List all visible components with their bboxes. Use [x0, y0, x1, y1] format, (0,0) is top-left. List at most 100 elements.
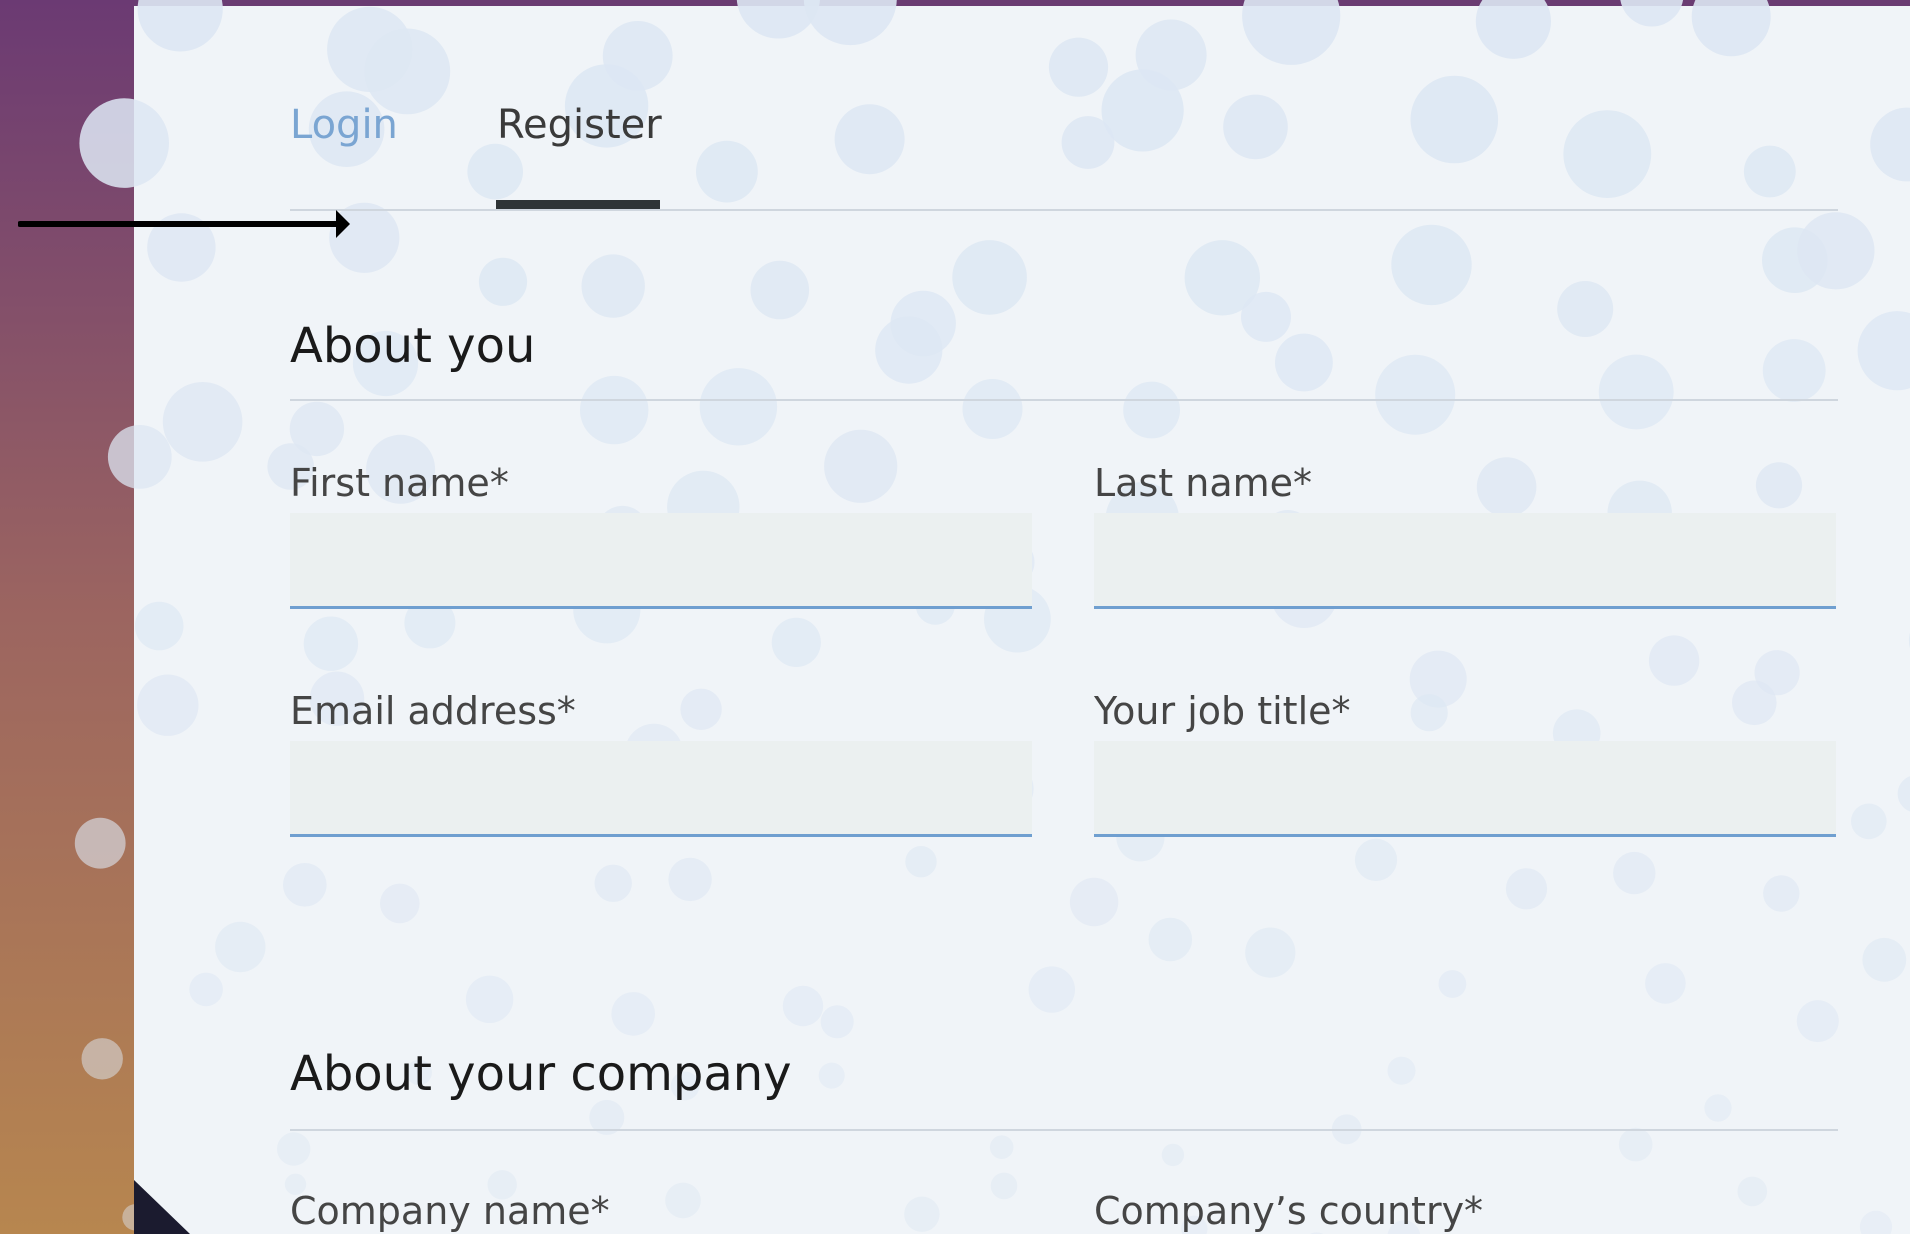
background-dot — [905, 846, 937, 878]
background-dot — [1223, 94, 1288, 160]
background-dot — [952, 240, 1027, 315]
last-name-label: Last name* — [1094, 461, 1312, 505]
background-dot — [771, 617, 821, 668]
background-dot — [1048, 37, 1109, 97]
background-dot — [1375, 354, 1456, 435]
dot-pattern — [74, 0, 1910, 1234]
background-dot — [1275, 333, 1333, 392]
background-dot — [1475, 0, 1551, 59]
background-dot — [1862, 937, 1907, 982]
background-dot — [1242, 0, 1341, 65]
company-name-label: Company name* — [290, 1189, 610, 1233]
background-dot — [803, 0, 897, 46]
background-dot — [594, 864, 632, 902]
background-dot — [665, 1182, 701, 1219]
background-dot — [277, 1132, 311, 1166]
background-dot — [1870, 107, 1910, 182]
background-dot — [1737, 1176, 1768, 1207]
background-dot — [904, 1196, 940, 1232]
tab-login[interactable]: Login — [290, 105, 398, 145]
section-divider-about-you — [290, 399, 1838, 401]
job-title-input[interactable] — [1094, 741, 1836, 837]
background-dot — [1598, 354, 1674, 430]
background-dot — [581, 254, 645, 318]
background-dot — [1410, 75, 1499, 164]
background-dot — [1069, 877, 1119, 927]
background-dot — [1859, 1210, 1893, 1234]
background-dot — [1354, 838, 1398, 882]
background-dot — [478, 257, 528, 306]
background-dot — [380, 883, 420, 924]
background-dot — [1620, 0, 1684, 27]
background-dot — [1148, 917, 1193, 962]
background-dot — [1476, 457, 1537, 517]
section-title-about-company: About your company — [290, 1046, 792, 1102]
background-dot — [1410, 694, 1448, 732]
background-dot — [834, 104, 905, 175]
corner-decoration — [134, 1180, 190, 1234]
background-dot — [134, 601, 184, 651]
background-dot — [580, 375, 649, 445]
background-dot — [1897, 776, 1910, 812]
background-dot — [1438, 970, 1467, 998]
background-dot — [699, 368, 778, 446]
tabs-divider — [290, 209, 1838, 211]
background-dot — [1648, 635, 1700, 686]
background-dot — [74, 817, 126, 869]
last-name-input[interactable] — [1094, 513, 1836, 609]
background-dot — [782, 985, 824, 1027]
first-name-label: First name* — [290, 461, 509, 505]
background-dot — [1732, 680, 1777, 726]
register-page: Login Register About you First name* Las… — [0, 0, 1910, 1234]
background-dot — [750, 260, 810, 320]
background-dot — [1704, 1094, 1732, 1122]
background-dot — [162, 382, 243, 462]
background-dot — [303, 616, 359, 671]
company-country-label: Company’s country* — [1094, 1189, 1484, 1233]
section-title-about-you: About you — [290, 318, 536, 374]
background-dot — [1796, 1000, 1839, 1043]
background-dot — [989, 1135, 1014, 1159]
background-dot — [820, 1005, 854, 1039]
first-name-input[interactable] — [290, 513, 1032, 609]
email-address-label: Email address* — [290, 689, 576, 733]
tab-register[interactable]: Register — [497, 105, 662, 145]
background-dot — [1743, 145, 1796, 198]
background-dot — [467, 143, 523, 200]
background-dot — [1618, 1127, 1653, 1162]
background-dot — [1755, 462, 1803, 509]
background-dot — [990, 1172, 1018, 1200]
background-dot — [1123, 381, 1180, 439]
section-divider-about-company — [290, 1129, 1838, 1131]
job-title-label: Your job title* — [1094, 689, 1351, 733]
background-dot — [137, 674, 199, 736]
background-dot — [1851, 803, 1887, 840]
background-dot — [1762, 339, 1826, 402]
email-address-input[interactable] — [290, 741, 1032, 837]
arrow-head — [336, 210, 350, 238]
background-dot — [696, 140, 758, 203]
background-dot — [1245, 927, 1296, 978]
active-tab-indicator — [496, 200, 660, 209]
background-dot — [1691, 0, 1771, 57]
background-dot — [1613, 851, 1656, 895]
background-dot — [1645, 963, 1686, 1004]
background-dot — [1391, 224, 1472, 306]
background-dot — [1241, 291, 1291, 342]
corner-triangle-shape — [134, 1180, 190, 1234]
arrow-right-icon — [18, 210, 350, 238]
background-dot — [1563, 110, 1652, 198]
background-dot — [1763, 875, 1800, 912]
background-dot — [1557, 281, 1614, 337]
background-dot — [818, 1062, 845, 1089]
background-dot — [283, 863, 327, 907]
background-dot — [189, 972, 223, 1007]
background-dot — [1161, 1143, 1185, 1167]
background-dot — [824, 429, 898, 503]
background-dot — [465, 975, 514, 1023]
background-dot — [1028, 966, 1076, 1013]
background-dot — [107, 425, 172, 489]
background-dot — [215, 921, 266, 973]
background-dot — [680, 688, 722, 730]
background-dot — [137, 0, 223, 52]
